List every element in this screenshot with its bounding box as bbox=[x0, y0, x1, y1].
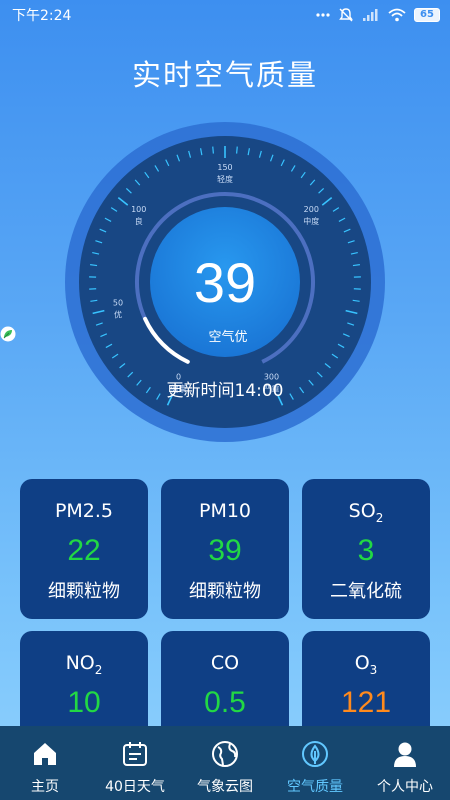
pollutant-desc: 细颗粒物 bbox=[189, 581, 261, 602]
pollutant-desc: 二氧化硫 bbox=[330, 581, 402, 602]
pollutant-name: NO2 bbox=[65, 652, 103, 677]
gauge-scale-value: 100 bbox=[131, 205, 146, 214]
nav-label: 气象云图 bbox=[197, 779, 253, 795]
pollutant-desc: 细颗粒物 bbox=[48, 581, 120, 602]
gauge-scale-label: 良 bbox=[135, 216, 143, 226]
aqi-level-text: 空气优 bbox=[208, 330, 248, 345]
user-icon bbox=[391, 738, 419, 770]
aqi-value: 39 bbox=[193, 251, 257, 314]
nav-label: 个人中心 bbox=[377, 779, 433, 795]
nav-label: 40日天气 bbox=[105, 779, 165, 795]
update-time: 更新时间14:00 bbox=[166, 381, 284, 401]
pollutant-value: 39 bbox=[208, 534, 242, 567]
gauge-scale-label: 轻度 bbox=[217, 174, 233, 184]
nav-item-cloud-map[interactable]: 气象云图 bbox=[180, 726, 270, 800]
nav-item-profile[interactable]: 个人中心 bbox=[360, 726, 450, 800]
nav-label: 空气质量 bbox=[287, 779, 343, 795]
pollutant-value: 3 bbox=[357, 534, 375, 567]
nav-item-home[interactable]: 主页 bbox=[0, 726, 90, 800]
pollutant-name: PM10 bbox=[198, 500, 252, 522]
pollutant-value: 0.5 bbox=[204, 686, 246, 719]
bottom-nav: 主页 40日天气 气象云图 空气质量 个人中心 bbox=[0, 726, 450, 800]
nav-item-40day[interactable]: 40日天气 bbox=[90, 726, 180, 800]
pollutant-value: 10 bbox=[67, 686, 101, 719]
nav-label: 主页 bbox=[31, 779, 59, 795]
nav-item-air-quality[interactable]: 空气质量 bbox=[270, 726, 360, 800]
pollutant-name: PM2.5 bbox=[54, 500, 114, 522]
gauge-scale-value: 150 bbox=[217, 163, 232, 172]
aqi-level: 空气优 bbox=[0, 326, 450, 345]
pollutant-name: SO2 bbox=[348, 500, 384, 525]
pollutant-name: O3 bbox=[354, 652, 378, 677]
pollutant-value: 22 bbox=[67, 534, 101, 567]
gauge-tick bbox=[236, 146, 238, 154]
aqi-gauge: 0 健康 50 优 100 良 150 轻度 200 中度 300 严重 39 空气优 更新时间14:… bbox=[0, 0, 450, 450]
gauge-scale-label: 中度 bbox=[303, 216, 319, 226]
leaf-icon bbox=[300, 738, 330, 770]
pollutant-card-pm10[interactable]: PM10 39 细颗粒物 bbox=[161, 479, 289, 619]
home-icon bbox=[31, 738, 59, 770]
calendar-icon bbox=[121, 738, 149, 770]
pollutant-card-pm25[interactable]: PM2.5 22 细颗粒物 bbox=[20, 479, 148, 619]
pollutant-card-so2[interactable]: SO2 3 二氧化硫 bbox=[302, 479, 430, 619]
gauge-scale-value: 200 bbox=[304, 205, 319, 214]
gauge-tick bbox=[212, 146, 214, 154]
pollutant-name: CO bbox=[210, 652, 240, 674]
pollutant-value: 121 bbox=[340, 686, 392, 719]
globe-icon bbox=[210, 738, 240, 770]
